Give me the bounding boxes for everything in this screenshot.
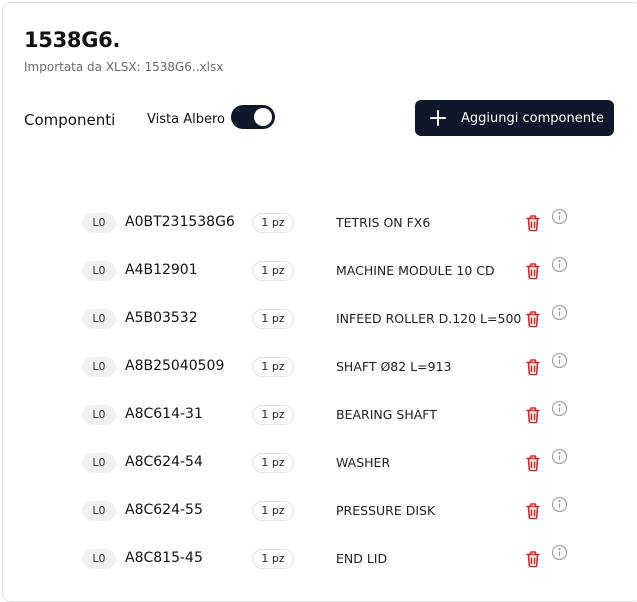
level-badge: L0 [82, 405, 116, 425]
component-code: A8C624-55 [125, 502, 203, 518]
trash-icon[interactable] [525, 358, 541, 376]
tree-view-label: Vista Albero [147, 112, 225, 127]
info-icon[interactable] [551, 256, 568, 273]
level-badge: L0 [82, 549, 116, 569]
info-icon[interactable] [551, 544, 568, 561]
component-row: L0 A8C815-45 1 pz END LID [0, 536, 637, 584]
component-description: PRESSURE DISK [336, 503, 436, 518]
component-row: L0 A8C624-55 1 pz PRESSURE DISK [0, 488, 637, 536]
level-badge: L0 [82, 261, 116, 281]
trash-icon[interactable] [525, 310, 541, 328]
component-code: A8B25040509 [125, 358, 225, 374]
info-icon[interactable] [551, 304, 568, 321]
components-list: L0 A0BT231538G6 1 pz TETRIS ON FX6 L0 A4B1290… [0, 200, 637, 584]
components-heading: Componenti [24, 111, 116, 129]
component-row: L0 A5B03532 1 pz INFEED ROLLER D.120 L=500 [0, 296, 637, 344]
info-icon[interactable] [551, 448, 568, 465]
component-code: A8C815-45 [125, 550, 203, 566]
quantity-badge: 1 pz [252, 357, 294, 377]
quantity-badge: 1 pz [252, 309, 294, 329]
component-row: L0 A0BT231538G6 1 pz TETRIS ON FX6 [0, 200, 637, 248]
component-row: L0 A8C624-54 1 pz WASHER [0, 440, 637, 488]
component-description: MACHINE MODULE 10 CD [336, 263, 495, 278]
component-row: L0 A8C614-31 1 pz BEARING SHAFT [0, 392, 637, 440]
trash-icon[interactable] [525, 214, 541, 232]
trash-icon[interactable] [525, 550, 541, 568]
level-badge: L0 [82, 213, 116, 233]
quantity-badge: 1 pz [252, 213, 294, 233]
component-description: BEARING SHAFT [336, 407, 437, 422]
component-description: TETRIS ON FX6 [336, 215, 431, 230]
info-icon[interactable] [551, 400, 568, 417]
level-badge: L0 [82, 357, 116, 377]
level-badge: L0 [82, 309, 116, 329]
quantity-badge: 1 pz [252, 453, 294, 473]
component-code: A8C624-54 [125, 454, 203, 470]
add-component-button[interactable]: Aggiungi componente [415, 100, 614, 136]
plus-icon [429, 109, 447, 127]
component-row: L0 A8B25040509 1 pz SHAFT Ø82 L=913 [0, 344, 637, 392]
trash-icon[interactable] [525, 502, 541, 520]
trash-icon[interactable] [525, 262, 541, 280]
component-description: WASHER [336, 455, 391, 470]
trash-icon[interactable] [525, 406, 541, 424]
component-code: A5B03532 [125, 310, 198, 326]
component-row: L0 A4B12901 1 pz MACHINE MODULE 10 CD [0, 248, 637, 296]
add-component-label: Aggiungi componente [461, 110, 605, 126]
component-description: END LID [336, 551, 388, 566]
info-icon[interactable] [551, 496, 568, 513]
quantity-badge: 1 pz [252, 501, 294, 521]
quantity-badge: 1 pz [252, 549, 294, 569]
component-description: INFEED ROLLER D.120 L=500 [336, 311, 522, 326]
level-badge: L0 [82, 453, 116, 473]
quantity-badge: 1 pz [252, 261, 294, 281]
page-title: 1538G6. [24, 28, 121, 52]
toggle-knob [254, 108, 272, 126]
import-source-subtitle: Importata da XLSX: 1538G6..xlsx [24, 60, 224, 74]
info-icon[interactable] [551, 208, 568, 225]
component-code: A0BT231538G6 [125, 214, 235, 230]
tree-view-toggle[interactable] [231, 105, 275, 129]
component-description: SHAFT Ø82 L=913 [336, 359, 452, 374]
trash-icon[interactable] [525, 454, 541, 472]
quantity-badge: 1 pz [252, 405, 294, 425]
level-badge: L0 [82, 501, 116, 521]
component-code: A8C614-31 [125, 406, 203, 422]
info-icon[interactable] [551, 352, 568, 369]
component-code: A4B12901 [125, 262, 198, 278]
